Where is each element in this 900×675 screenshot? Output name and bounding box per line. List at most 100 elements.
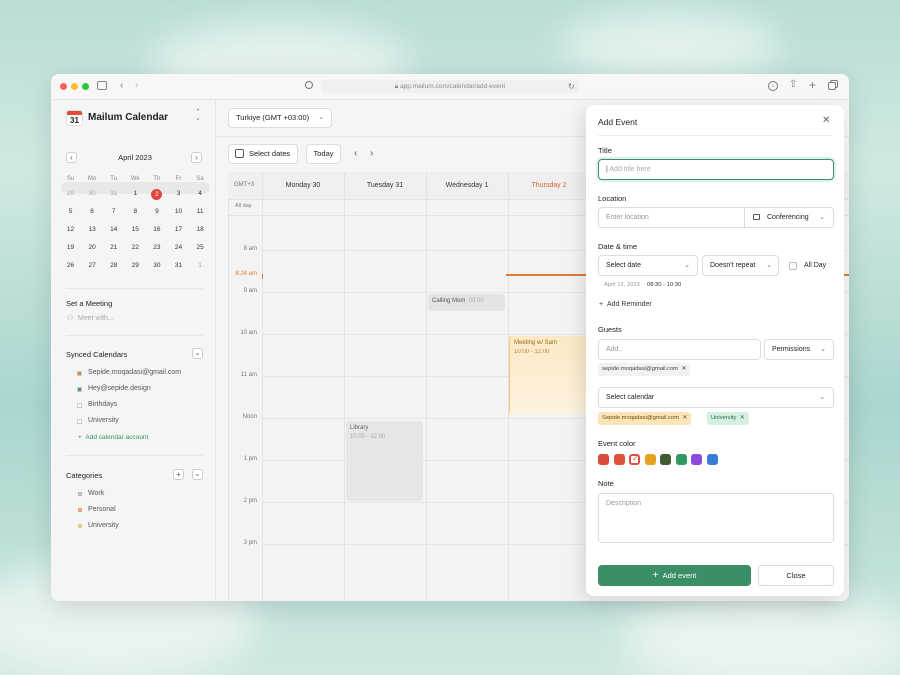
add-event-button[interactable]: + Add event xyxy=(598,565,751,586)
day-header[interactable]: Monday 30 xyxy=(262,182,344,189)
mini-calendar-day[interactable]: 8 xyxy=(125,205,146,219)
mini-calendar-day[interactable]: 23 xyxy=(146,241,167,255)
mini-calendar-day[interactable]: 22 xyxy=(125,241,146,255)
select-dates-button[interactable]: Select dates xyxy=(228,144,298,164)
calendar-checkbox[interactable] xyxy=(77,387,82,392)
color-swatch[interactable] xyxy=(706,454,718,465)
all-day-checkbox[interactable] xyxy=(789,262,797,270)
mini-calendar-day[interactable]: 26 xyxy=(60,259,81,273)
sidebar-toggle-icon[interactable] xyxy=(97,81,107,90)
close-window-button[interactable] xyxy=(60,83,67,90)
mini-calendar-day[interactable]: 27 xyxy=(82,259,103,273)
event-meeting-sam[interactable]: Meeting w/ Sam 10:00 - 12:00 xyxy=(509,336,586,414)
mini-calendar-day[interactable]: 20 xyxy=(82,241,103,255)
day-header[interactable]: Thursday 2 xyxy=(508,182,590,189)
share-icon[interactable]: ⇧ xyxy=(789,80,797,90)
mini-calendar-day[interactable]: 7 xyxy=(103,205,124,219)
remove-calendar-icon[interactable]: ✕ xyxy=(682,415,687,421)
category-label[interactable]: Work xyxy=(88,490,104,497)
mini-calendar-day[interactable]: 3 xyxy=(168,187,189,201)
reload-icon[interactable]: ↻ xyxy=(568,82,575,92)
mini-calendar-day[interactable]: 19 xyxy=(60,241,81,255)
mini-calendar-day[interactable]: 18 xyxy=(190,223,211,237)
color-swatch[interactable] xyxy=(660,454,671,465)
mini-calendar-today[interactable]: 2 xyxy=(151,189,163,200)
mini-calendar-day[interactable]: 31 xyxy=(103,187,124,201)
mini-calendar-day[interactable]: 15 xyxy=(125,223,146,237)
day-header[interactable]: Wednesday 1 xyxy=(426,182,508,189)
next-week-icon[interactable]: › xyxy=(370,148,373,159)
guests-input[interactable]: Add.. xyxy=(598,339,761,360)
event-library[interactable]: Library 10:00 - 12:00 xyxy=(346,421,423,501)
mini-calendar-day[interactable]: 30 xyxy=(146,259,167,273)
color-swatch[interactable] xyxy=(675,454,687,465)
prev-month-button[interactable]: ‹ xyxy=(66,152,77,163)
mini-calendar-day[interactable]: 31 xyxy=(168,259,189,273)
maximize-window-button[interactable] xyxy=(82,83,89,90)
mini-calendar-day[interactable]: 5 xyxy=(60,205,81,219)
select-date-dropdown[interactable]: Select date ⌄ xyxy=(598,255,698,276)
download-icon[interactable]: ↓ xyxy=(768,81,778,91)
mini-calendar-day[interactable]: 21 xyxy=(103,241,124,255)
prev-week-icon[interactable]: ‹ xyxy=(354,148,357,159)
color-swatch-selected[interactable]: ✓ xyxy=(629,454,640,465)
back-arrow-icon[interactable]: ‹ xyxy=(120,81,123,91)
calendar-checkbox[interactable] xyxy=(77,419,82,424)
title-input[interactable]: | Add title here xyxy=(598,159,834,180)
close-icon[interactable]: ✕ xyxy=(822,115,830,126)
app-switcher-icon[interactable]: ⌃ ⌄ xyxy=(195,109,201,122)
event-calling-mom[interactable]: Calling Mom 09:00 xyxy=(428,294,505,311)
mini-calendar-day[interactable]: 17 xyxy=(168,223,189,237)
mini-calendar-day[interactable]: 25 xyxy=(190,241,211,255)
remove-guest-icon[interactable]: ✕ xyxy=(681,366,686,372)
mini-calendar-day[interactable]: 29 xyxy=(60,187,81,201)
address-bar[interactable]: 🔒︎ app.mailum.com/calendar/add-event xyxy=(321,80,579,93)
close-button[interactable]: Close xyxy=(758,565,834,586)
meet-with-input[interactable]: Meet with... xyxy=(78,315,114,322)
mini-calendar-day[interactable]: 29 xyxy=(125,259,146,273)
mini-calendar-day[interactable]: 12 xyxy=(60,223,81,237)
remove-calendar-icon[interactable]: ✕ xyxy=(740,415,745,421)
categories-collapse-icon[interactable]: ⌄ xyxy=(192,469,203,480)
conferencing-select[interactable]: Conferencing ⌄ xyxy=(744,208,833,227)
chevron-down-icon: ⌄ xyxy=(819,214,825,221)
calendar-checkbox[interactable] xyxy=(77,403,82,408)
add-calendar-account-link[interactable]: + Add calendar account xyxy=(78,434,148,441)
minimize-window-button[interactable] xyxy=(71,83,78,90)
mini-calendar-day[interactable]: 1 xyxy=(190,259,211,273)
next-month-button[interactable]: › xyxy=(191,152,202,163)
note-textarea[interactable]: Description xyxy=(598,493,834,543)
timezone-select[interactable]: Turkiye (GMT +03:00) ⌄ xyxy=(228,108,332,128)
mini-calendar-day[interactable]: 16 xyxy=(146,223,167,237)
mini-calendar-day[interactable]: 30 xyxy=(82,187,103,201)
day-header[interactable]: Tuesday 31 xyxy=(344,182,426,189)
color-swatch[interactable] xyxy=(691,454,702,465)
add-category-icon[interactable]: + xyxy=(173,469,184,480)
tabs-overview-icon[interactable] xyxy=(828,82,836,90)
add-reminder-button[interactable]: + Add Reminder xyxy=(599,301,652,308)
category-label[interactable]: Personal xyxy=(88,506,116,513)
mini-calendar-day[interactable]: 4 xyxy=(190,187,211,201)
repeat-dropdown[interactable]: Doesn't repeat ⌄ xyxy=(702,255,779,276)
mini-calendar-day[interactable]: 11 xyxy=(190,205,211,219)
color-swatch[interactable] xyxy=(613,454,625,465)
color-swatch[interactable] xyxy=(644,454,656,465)
color-swatch[interactable] xyxy=(598,454,609,465)
mini-calendar-day[interactable]: 1 xyxy=(125,187,146,201)
synced-collapse-icon[interactable]: ⌄ xyxy=(192,348,203,359)
category-label[interactable]: University xyxy=(88,522,119,529)
mini-calendar-day[interactable]: 13 xyxy=(82,223,103,237)
mini-calendar-day[interactable]: 28 xyxy=(103,259,124,273)
privacy-shield-icon[interactable] xyxy=(305,81,313,89)
permissions-dropdown[interactable]: Permissions ⌄ xyxy=(764,339,834,360)
new-tab-icon[interactable]: + xyxy=(809,79,816,91)
mini-calendar-day[interactable]: 14 xyxy=(103,223,124,237)
mini-calendar-day[interactable]: 9 xyxy=(146,205,167,219)
calendar-checkbox[interactable] xyxy=(77,371,82,376)
today-button[interactable]: Today xyxy=(306,144,341,164)
mini-calendar-day[interactable]: 24 xyxy=(168,241,189,255)
mini-calendar-day[interactable]: 6 xyxy=(82,205,103,219)
select-calendar-dropdown[interactable]: Select calendar ⌄ xyxy=(598,387,834,408)
mini-calendar-day[interactable]: 10 xyxy=(168,205,189,219)
forward-arrow-icon[interactable]: › xyxy=(135,81,138,91)
